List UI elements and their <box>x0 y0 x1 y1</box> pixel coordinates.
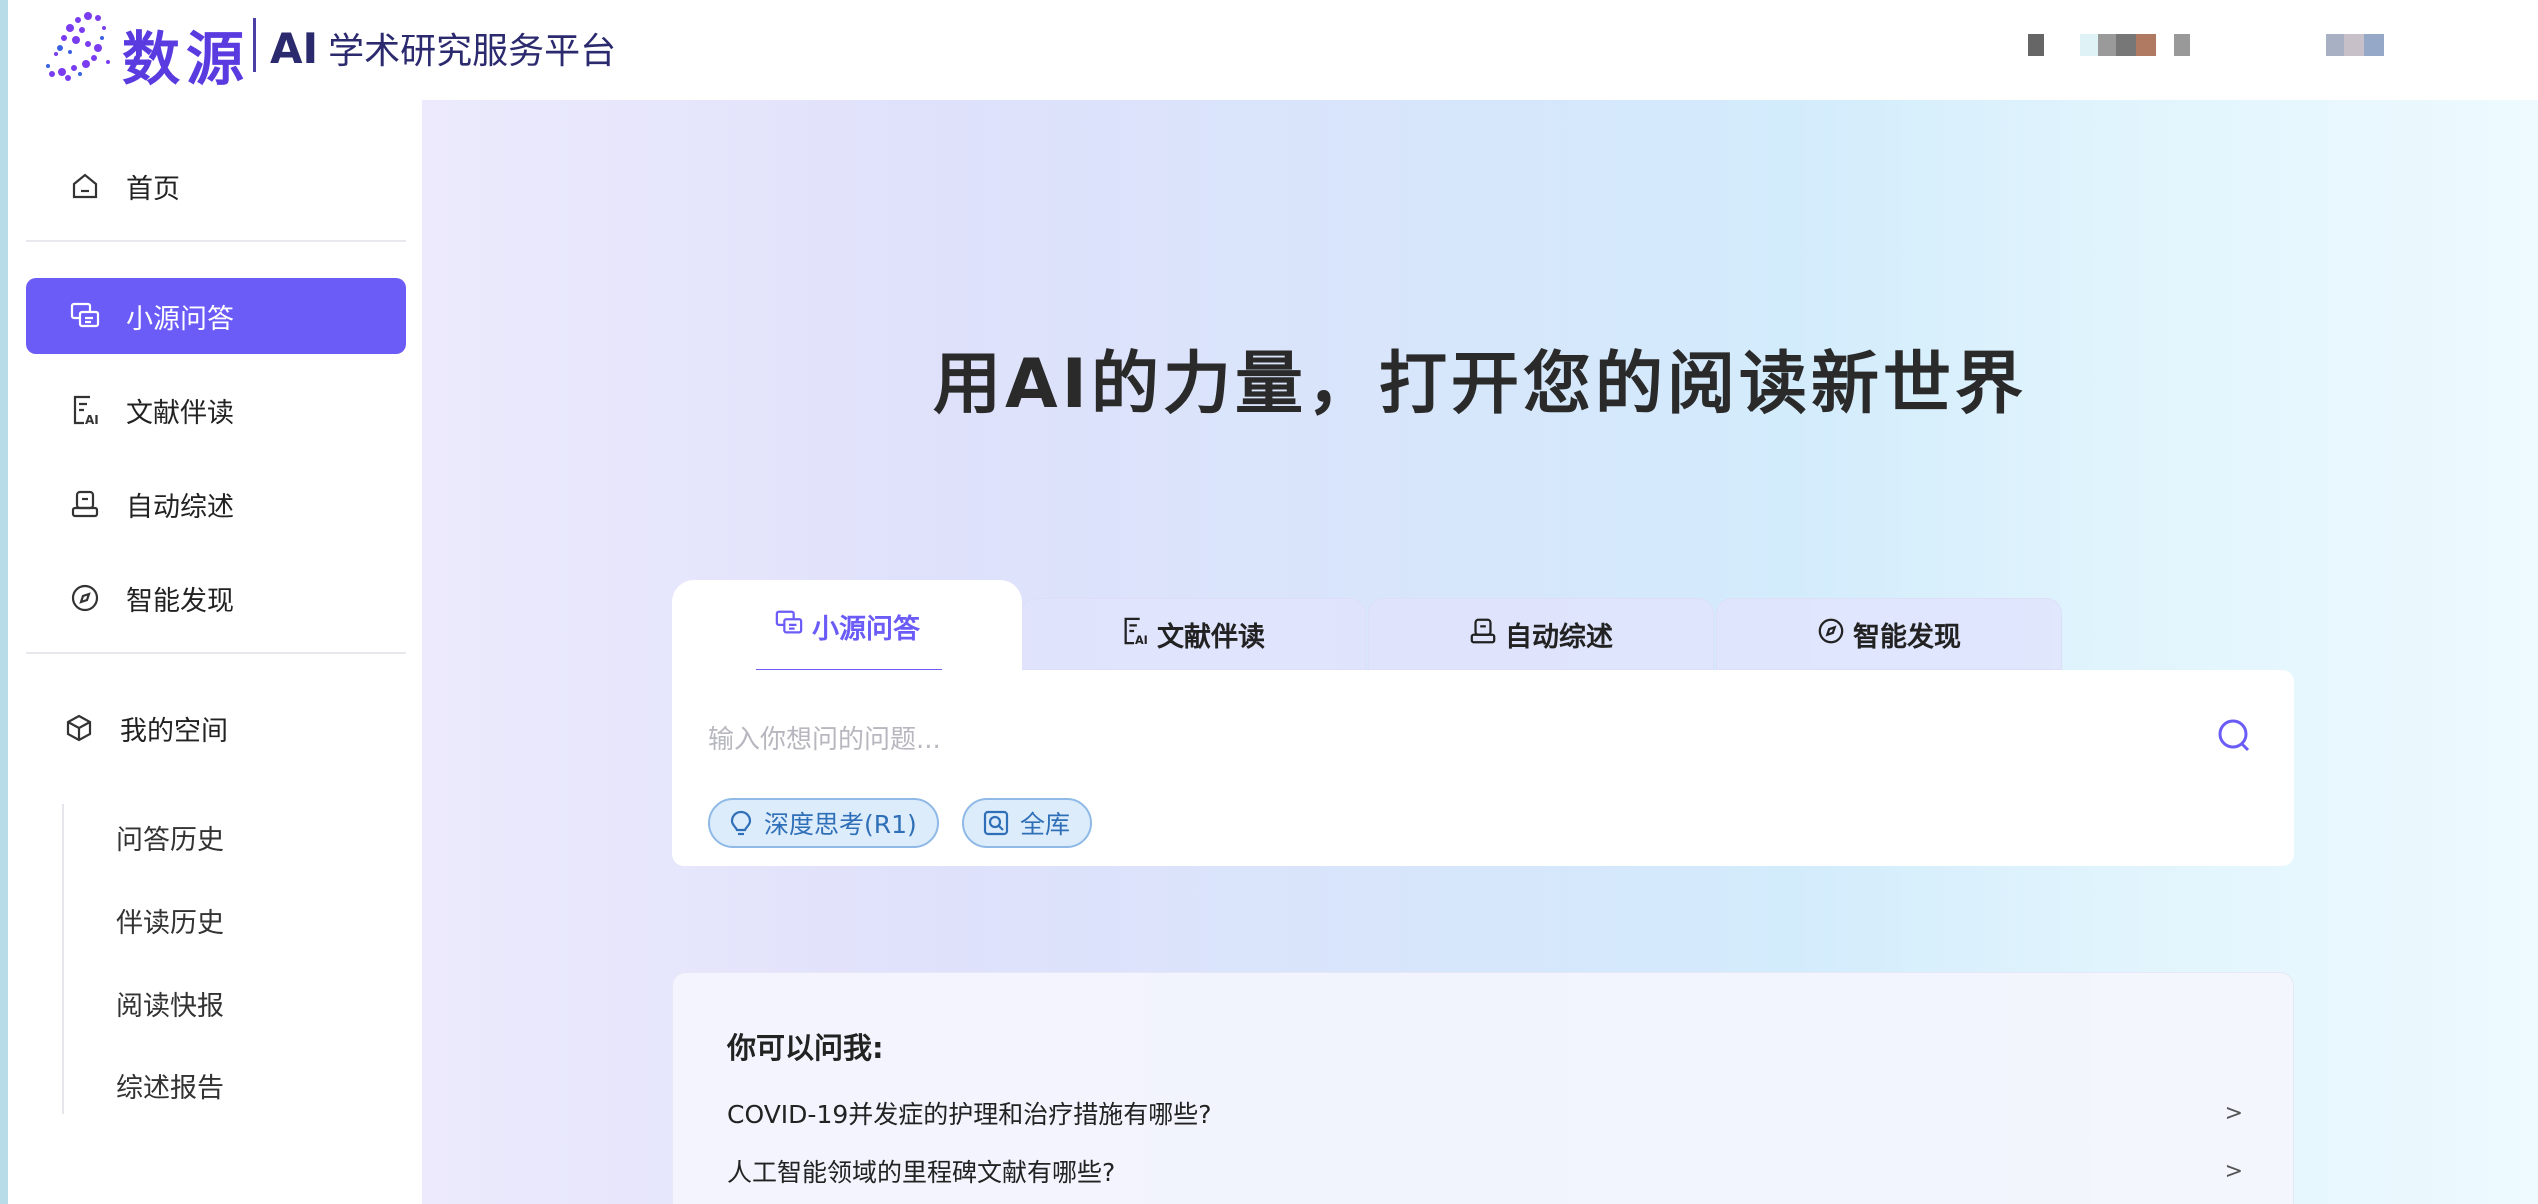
sidebar-item-auto-review[interactable]: 自动综述 <box>26 466 406 542</box>
svg-text:AI: AI <box>1135 634 1148 646</box>
lightbulb-icon <box>730 810 752 836</box>
review-icon <box>68 487 102 521</box>
sidebar-item-xiaoyuan-qa[interactable]: 小源问答 <box>26 278 406 354</box>
subnav-item-qa-history[interactable]: 问答历史 <box>116 818 224 857</box>
suggestion-text: COVID-19并发症的护理和治疗措施有哪些? <box>727 1100 1212 1129</box>
tab-label: 文献伴读 <box>1157 621 1265 653</box>
suggestion-title: 你可以问我: <box>727 1031 884 1065</box>
suggestion-item[interactable]: 人工智能领域的里程碑文献有哪些? > <box>727 1149 2243 1193</box>
tab-xiaoyuan-qa[interactable]: 小源问答 <box>672 580 1022 672</box>
sidebar-item-label: 文献伴读 <box>126 397 234 429</box>
review-icon <box>1469 617 1497 652</box>
search-icon <box>2218 719 2250 752</box>
chat-icon <box>68 299 102 333</box>
sidebar-item-home[interactable]: 首页 <box>26 148 406 224</box>
tab-label: 智能发现 <box>1853 621 1961 653</box>
chip-label: 全库 <box>1020 810 1071 839</box>
top-header: 数源 AI 学术研究服务平台 <box>8 0 2538 100</box>
library-search-icon <box>983 810 1009 836</box>
document-ai-icon: AI <box>1121 616 1149 653</box>
suggestion-item[interactable]: COVID-19并发症的护理和治疗措施有哪些? > <box>727 1091 2243 1135</box>
compass-icon <box>1817 617 1845 652</box>
sidebar-divider <box>26 240 406 242</box>
sidebar-item-label: 小源问答 <box>126 303 234 335</box>
home-icon <box>68 169 102 203</box>
tab-smart-discovery[interactable]: 智能发现 <box>1716 598 2062 670</box>
subnav-item-review-report[interactable]: 综述报告 <box>116 1066 224 1105</box>
search-card: 深度思考(R1) 全库 <box>672 670 2294 866</box>
chevron-right-icon: > <box>2224 1158 2243 1184</box>
suggestion-text: 人工智能领域的里程碑文献有哪些? <box>727 1158 1116 1187</box>
brand-ai: AI <box>270 24 319 73</box>
logo-icon <box>46 12 110 81</box>
subnav-item-reading-history[interactable]: 伴读历史 <box>116 901 224 940</box>
sidebar-item-label: 首页 <box>126 173 180 205</box>
cube-icon <box>62 711 96 745</box>
sidebar-item-literature-reading[interactable]: AI 文献伴读 <box>26 372 406 448</box>
subnav-guide-line <box>62 804 64 1114</box>
page-headline: 用AI的力量，打开您的阅读新世界 <box>933 345 2027 424</box>
brand-name: 数源 <box>122 25 251 93</box>
main-content: 用AI的力量，打开您的阅读新世界 AI 文献伴读 自动综述 智能发现 小源问答 <box>422 100 2538 1204</box>
sidebar-divider <box>26 652 406 654</box>
sidebar-item-smart-discovery[interactable]: 智能发现 <box>26 560 406 636</box>
chevron-right-icon: > <box>2224 1100 2243 1126</box>
sidebar-item-my-space[interactable]: 我的空间 <box>26 690 406 766</box>
chat-icon <box>774 609 804 644</box>
deep-thinking-toggle[interactable]: 深度思考(R1) <box>708 798 939 848</box>
question-input[interactable] <box>708 720 2168 760</box>
sidebar-item-label: 自动综述 <box>126 491 234 523</box>
tab-label: 小源问答 <box>812 613 920 645</box>
sidebar: 首页 小源问答 AI 文献伴读 自动综述 智能发现 我的空间 问答历史 伴读历史… <box>8 100 422 1204</box>
brand-subtitle: AI 学术研究服务平台 <box>270 22 616 74</box>
subnav-item-reading-brief[interactable]: 阅读快报 <box>116 984 224 1023</box>
tab-auto-review[interactable]: 自动综述 <box>1368 598 1714 670</box>
brand-divider <box>253 18 256 72</box>
library-scope-toggle[interactable]: 全库 <box>962 798 1093 848</box>
svg-text:AI: AI <box>85 413 99 426</box>
chip-label: 深度思考(R1) <box>764 810 917 839</box>
suggestion-card: 你可以问我: COVID-19并发症的护理和治疗措施有哪些? > 人工智能领域的… <box>672 972 2294 1204</box>
compass-icon <box>68 581 102 615</box>
user-info-blurred[interactable] <box>2028 34 2384 56</box>
sidebar-item-label: 智能发现 <box>126 585 234 617</box>
document-ai-icon: AI <box>68 393 102 427</box>
sidebar-item-label: 我的空间 <box>120 715 228 747</box>
window-edge <box>0 0 8 1204</box>
brand-sub-text: 学术研究服务平台 <box>328 31 617 72</box>
tab-literature-reading[interactable]: AI 文献伴读 <box>1020 598 1366 670</box>
tab-label: 自动综述 <box>1505 621 1613 653</box>
search-button[interactable] <box>2212 714 2256 758</box>
